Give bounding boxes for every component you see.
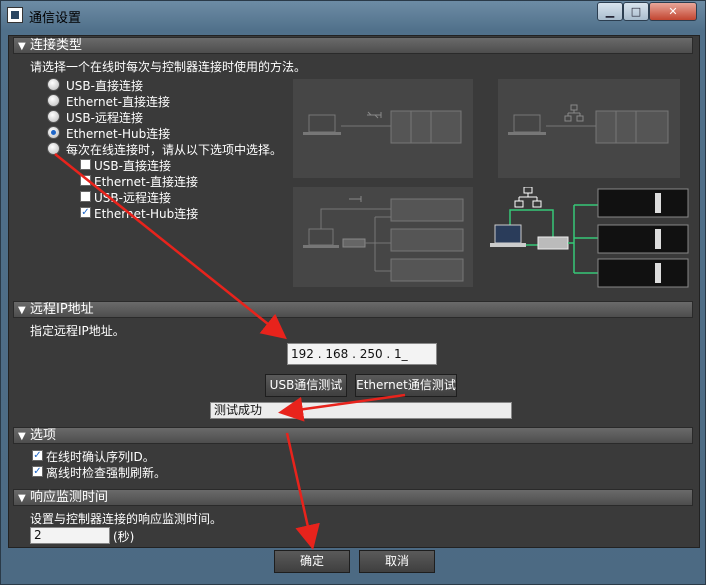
- arrow-to-result: [278, 393, 406, 422]
- arrow-to-ok: [285, 432, 320, 550]
- annotation-arrows: [54, 153, 406, 550]
- arrow-to-ip-field: [54, 153, 287, 340]
